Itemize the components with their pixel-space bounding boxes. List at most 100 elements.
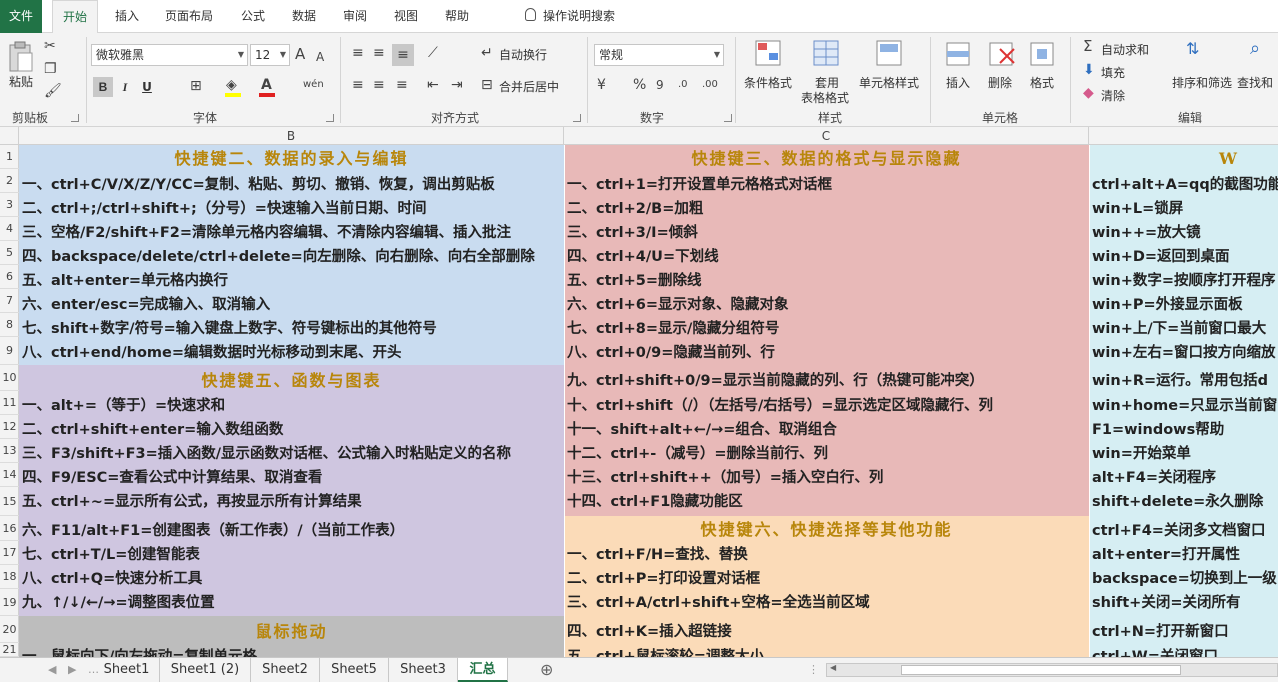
cell-d-row[interactable]: win++=放大镜 <box>1089 221 1278 245</box>
cell-d-row[interactable]: backspace=切换到上一级 <box>1089 567 1278 591</box>
cell-d-row[interactable]: win+D=返回到桌面 <box>1089 245 1278 269</box>
merge-center-icon[interactable]: ⊟ <box>481 77 493 93</box>
insert-cells-button[interactable]: 插入 <box>943 74 973 91</box>
sheet-tab-sheet1[interactable]: Sheet1 <box>94 658 160 682</box>
new-sheet-icon[interactable]: ⊕ <box>540 658 553 682</box>
tab-formulas[interactable]: 公式 <box>241 0 265 33</box>
cell-d-row[interactable]: win+左右=窗口按方向缩放 <box>1089 341 1278 365</box>
cell-c-header-format-display[interactable]: 快捷键三、数据的格式与显示隐藏 <box>564 147 1089 171</box>
row-header-8[interactable]: 8 <box>0 313 19 337</box>
cell-b-row[interactable]: 六、enter/esc=完成输入、取消输入 <box>19 293 564 317</box>
decrease-indent-icon[interactable]: ⇤ <box>427 77 439 93</box>
align-center-icon[interactable]: ≡ <box>373 77 385 93</box>
conditional-formatting-button[interactable]: 条件格式 <box>742 74 794 91</box>
cell-b-header-functions-charts[interactable]: 快捷键五、函数与图表 <box>19 369 564 393</box>
cell-d-header[interactable]: W <box>1169 147 1278 171</box>
italic-button[interactable]: I <box>118 77 132 97</box>
delete-cells-button[interactable]: 删除 <box>985 74 1015 91</box>
cell-c-header-quick-select[interactable]: 快捷键六、快捷选择等其他功能 <box>564 518 1089 542</box>
currency-icon[interactable]: ¥ <box>597 77 606 93</box>
cell-b-row[interactable]: 五、alt+enter=单元格内换行 <box>19 269 564 293</box>
cell-d-row[interactable]: ctrl+alt+A=qq的截图功能 <box>1089 173 1278 197</box>
worksheet-grid[interactable]: 快捷键二、数据的录入与编辑 一、ctrl+C/V/X/Z/Y/CC=复制、粘贴、剪… <box>19 145 1278 657</box>
tab-view[interactable]: 视图 <box>394 0 418 33</box>
cell-b-row[interactable]: 七、ctrl+T/L=创建智能表 <box>19 543 564 567</box>
tab-review[interactable]: 审阅 <box>343 0 367 33</box>
row-header-11[interactable]: 11 <box>0 391 19 415</box>
sheet-tab-sheet1-2[interactable]: Sheet1 (2) <box>160 658 251 682</box>
cell-d-row[interactable]: win+数字=按顺序打开程序 <box>1089 269 1278 293</box>
align-bottom-icon[interactable]: ≡ <box>392 44 414 66</box>
font-size-select[interactable]: 12 ▼ <box>250 44 290 66</box>
cell-d-row[interactable]: win+P=外接显示面板 <box>1089 293 1278 317</box>
cut-icon[interactable]: ✂ <box>44 38 56 54</box>
cell-b-row[interactable]: 一、鼠标向下/向左拖动=复制单元格 <box>19 645 564 657</box>
row-header-1[interactable]: 1 <box>0 145 19 169</box>
cell-b-row[interactable]: 三、F3/shift+F3=插入函数/显示函数对话框、公式输入时粘贴定义的名称 <box>19 442 564 466</box>
cell-d-row[interactable]: shift+关闭=关闭所有 <box>1089 591 1278 615</box>
cell-c-row[interactable]: 五、ctrl+5=删除线 <box>564 269 1089 293</box>
cell-c-row[interactable]: 十一、shift+alt+←/→=组合、取消组合 <box>564 418 1089 442</box>
underline-button[interactable]: U <box>140 77 154 97</box>
number-launcher-icon[interactable] <box>724 114 732 122</box>
copy-icon[interactable]: ❐ <box>44 61 57 77</box>
cell-b-row[interactable]: 六、F11/alt+F1=创建图表（新工作表）/（当前工作表） <box>19 519 564 543</box>
sort-filter-icon[interactable]: ⇅ <box>1186 41 1199 57</box>
tab-home[interactable]: 开始 <box>52 0 98 34</box>
row-header-21[interactable]: 21 <box>0 643 19 657</box>
cell-b-row[interactable]: 九、↑/↓/←/→=调整图表位置 <box>19 591 564 615</box>
align-left-icon[interactable]: ≡ <box>352 77 364 93</box>
shrink-font-icon[interactable]: A <box>316 49 324 65</box>
cell-b-row[interactable]: 四、F9/ESC=查看公式中计算结果、取消查看 <box>19 466 564 490</box>
insert-cells-icon[interactable] <box>945 41 973 69</box>
row-header-16[interactable]: 16 <box>0 516 19 541</box>
cell-c-row[interactable]: 二、ctrl+P=打印设置对话框 <box>564 567 1089 591</box>
borders-icon[interactable]: ⊞ <box>190 78 202 94</box>
cell-c-row[interactable]: 一、ctrl+1=打开设置单元格格式对话框 <box>564 173 1089 197</box>
cell-d-row[interactable]: ctrl+F4=关闭多文档窗口 <box>1089 519 1278 543</box>
cell-c-row[interactable]: 一、ctrl+F/H=查找、替换 <box>564 543 1089 567</box>
cell-b-row[interactable]: 四、backspace/delete/ctrl+delete=向左删除、向右删除… <box>19 245 564 269</box>
find-select-button[interactable]: 查找和 <box>1237 74 1273 91</box>
clear-icon[interactable]: ◆ <box>1083 85 1094 101</box>
grow-font-icon[interactable]: A <box>295 46 305 62</box>
cell-c-row[interactable]: 十二、ctrl+-（减号）=删除当前行、列 <box>564 442 1089 466</box>
cell-c-row[interactable]: 八、ctrl+0/9=隐藏当前列、行 <box>564 341 1089 365</box>
format-cells-button[interactable]: 格式 <box>1027 74 1057 91</box>
cell-d-row[interactable]: win+home=只显示当前窗 <box>1089 394 1278 418</box>
cell-d-row[interactable]: ctrl+W=关闭窗口 <box>1089 645 1278 657</box>
row-header-6[interactable]: 6 <box>0 265 19 289</box>
column-header-b[interactable]: B <box>19 127 564 145</box>
tab-data[interactable]: 数据 <box>292 0 316 33</box>
align-top-icon[interactable]: ≡ <box>352 45 364 61</box>
cell-d-row[interactable]: win+R=运行。常用包括d <box>1089 369 1278 393</box>
align-middle-icon[interactable]: ≡ <box>373 45 385 61</box>
cell-b-row[interactable]: 一、alt+=（等于）=快速求和 <box>19 394 564 418</box>
increase-indent-icon[interactable]: ⇥ <box>451 77 463 93</box>
cell-b-row[interactable]: 一、ctrl+C/V/X/Z/Y/CC=复制、粘贴、剪切、撤销、恢复，调出剪贴板 <box>19 173 564 197</box>
cell-c-row[interactable]: 五、ctrl+鼠标滚轮=调整大小 <box>564 645 1089 657</box>
cell-c-row[interactable]: 十四、ctrl+F1隐藏功能区 <box>564 490 1089 514</box>
row-header-15[interactable]: 15 <box>0 487 19 516</box>
row-header-10[interactable]: 10 <box>0 365 19 391</box>
sort-filter-button[interactable]: 排序和筛选 <box>1172 74 1232 91</box>
font-name-select[interactable]: 微软雅黑 ▼ <box>91 44 248 66</box>
cell-c-row[interactable]: 四、ctrl+4/U=下划线 <box>564 245 1089 269</box>
cell-c-row[interactable]: 四、ctrl+K=插入超链接 <box>564 620 1089 644</box>
select-all-corner[interactable] <box>0 127 19 145</box>
cell-c-row[interactable]: 七、ctrl+8=显示/隐藏分组符号 <box>564 317 1089 341</box>
cell-d-row[interactable]: win+L=锁屏 <box>1089 197 1278 221</box>
cell-d-row[interactable]: alt+enter=打开属性 <box>1089 543 1278 567</box>
alignment-launcher-icon[interactable] <box>573 114 581 122</box>
row-header-5[interactable]: 5 <box>0 241 19 265</box>
merge-center-button[interactable]: 合并后居中 <box>499 78 559 95</box>
cell-b-row[interactable]: 三、空格/F2/shift+F2=清除单元格内容编辑、不清除内容编辑、插入批注 <box>19 221 564 245</box>
tell-me-search[interactable]: 操作说明搜索 <box>543 0 615 33</box>
conditional-formatting-icon[interactable] <box>754 39 784 69</box>
autosum-button[interactable]: 自动求和 <box>1101 41 1149 58</box>
format-painter-icon[interactable]: 🖌 <box>44 83 62 99</box>
cell-styles-button[interactable]: 单元格样式 <box>858 74 920 91</box>
autosum-icon[interactable]: Σ <box>1083 38 1092 54</box>
tab-split-icon[interactable]: ⋮ <box>808 658 819 682</box>
row-header-12[interactable]: 12 <box>0 415 19 439</box>
